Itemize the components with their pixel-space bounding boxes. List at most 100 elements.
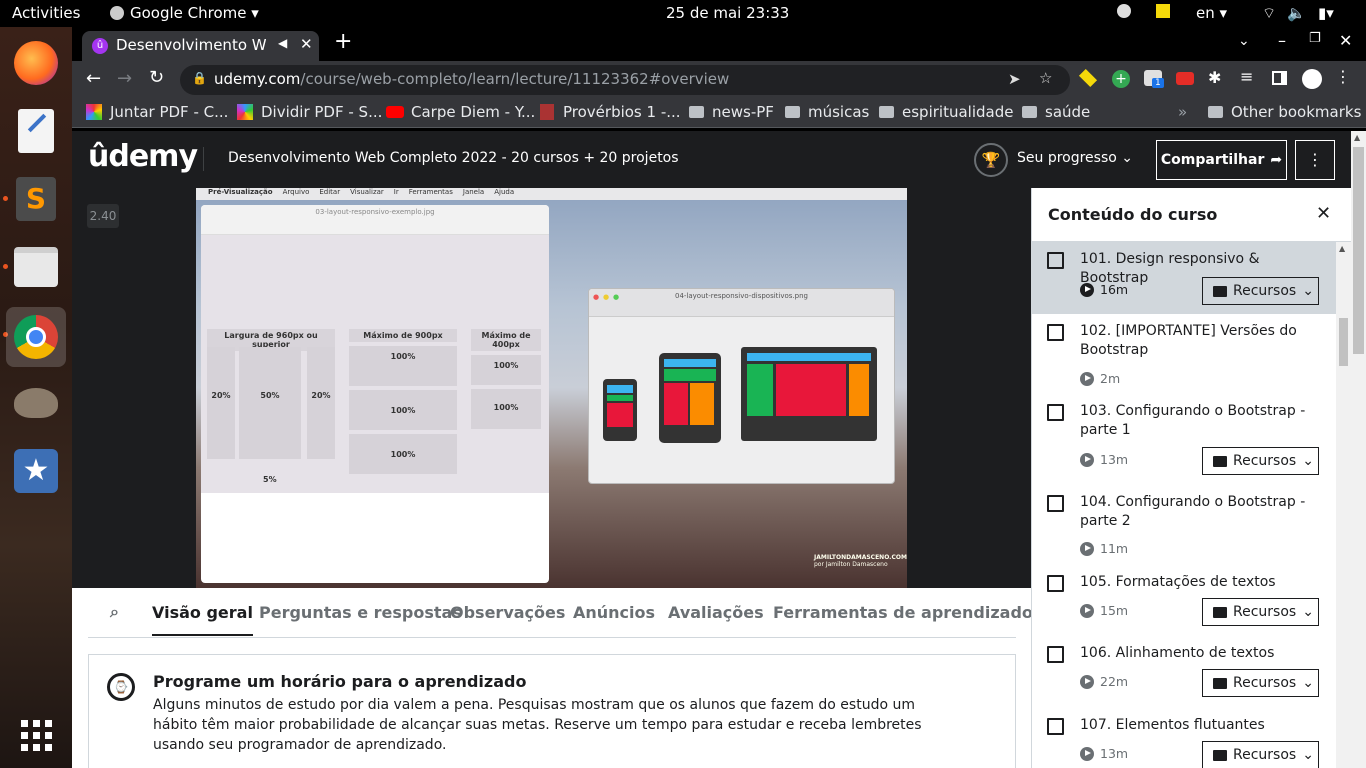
back-icon[interactable]: ← [86,68,101,89]
share-button[interactable]: Compartilhar ➦ [1156,140,1287,180]
tab-ferramentas[interactable]: Ferramentas de aprendizado [773,603,1033,622]
other-bookmarks[interactable]: Other bookmarks [1208,103,1361,121]
app-star-icon[interactable]: ★ [8,443,64,499]
bookmark-juntar-pdf[interactable]: Juntar PDF - C... [86,103,228,121]
gimp-icon[interactable] [8,375,64,431]
search-icon[interactable]: ⌕ [110,602,119,622]
course-title[interactable]: Desenvolvimento Web Completo 2022 - 20 c… [228,150,679,166]
lecture-item[interactable]: 101. Design responsivo & Bootstrap 16m R… [1032,242,1336,314]
tab-anuncios[interactable]: Anúncios [573,603,655,622]
duration-text: 11m [1100,541,1129,556]
close-window-button[interactable]: ✕ [1339,31,1352,50]
duration-text: 2m [1100,371,1121,386]
tab-audio-icon[interactable]: ◀︎ [278,36,287,50]
lecture-checkbox[interactable] [1047,252,1064,269]
profile-avatar[interactable] [1302,69,1322,89]
sublime-text-icon[interactable]: S [8,171,64,227]
lecture-checkbox[interactable] [1047,404,1064,421]
other-bookmarks-label: Other bookmarks [1231,103,1362,121]
battery-icon[interactable]: ▮▾ [1318,4,1334,22]
udemy-logo[interactable]: ûdemy [88,139,198,174]
chrome-icon[interactable] [6,307,66,367]
lecture-item[interactable]: 102. [IMPORTANTE] Versões do Bootstrap 2… [1032,314,1336,394]
send-tab-icon[interactable]: ➤ [1008,70,1021,88]
bookmark-label: Juntar PDF - C... [110,103,229,121]
resources-button[interactable]: Recursos ⌄ [1202,741,1319,768]
resources-button[interactable]: Recursos ⌄ [1202,669,1319,697]
tab-perguntas[interactable]: Perguntas e respostas [259,603,462,622]
bookmark-star-icon[interactable]: ☆ [1039,69,1052,87]
network-icon[interactable] [1117,4,1131,18]
highlighter-ext-icon[interactable] [1078,68,1098,88]
more-options-button[interactable]: ⋮ [1295,140,1335,180]
lecture-item[interactable]: 103. Configurando o Bootstrap - parte 1 … [1032,394,1336,485]
bookmark-folder-saude[interactable]: saúde [1022,103,1090,121]
new-tab-button[interactable]: + [334,29,352,54]
doc-title: 03-layout-responsivo-exemplo.jpg [201,205,549,235]
lecture-checkbox[interactable] [1047,646,1064,663]
tab-search-icon[interactable]: ⌄ [1238,33,1250,49]
course-content-sidebar: Conteúdo do curso ✕ ▲ 101. Design respon… [1031,188,1351,768]
preview-window-2: ● ● ● 04-layout-responsivo-dispositivos.png [588,288,895,484]
side-panel-icon[interactable] [1272,71,1287,85]
bookmark-label: Provérbios 1 -... [563,103,681,121]
tab-avaliacoes[interactable]: Avaliações [668,603,764,622]
lecture-item[interactable]: 107. Elementos flutuantes 13m Recursos ⌄ [1032,708,1336,768]
files-icon[interactable] [8,239,64,295]
tab-observacoes[interactable]: Observações [450,603,565,622]
course-tabs: ⌕ Visão geral Perguntas e respostas Obse… [88,588,1033,638]
language-selector[interactable]: en ▾ [1196,4,1227,22]
firefox-icon[interactable] [8,35,64,91]
youtube-ext-icon[interactable] [1176,72,1194,85]
show-apps-icon[interactable] [8,707,64,763]
tab-udemy[interactable]: û Desenvolvimento Web ◀︎ ✕ [82,31,319,61]
page-scrollbar[interactable]: ▲ [1351,131,1366,768]
lecture-item[interactable]: 106. Alinhamento de textos 22m Recursos ⌄ [1032,636,1336,708]
notes-icon[interactable] [1156,4,1170,18]
lecture-checkbox[interactable] [1047,324,1064,341]
activities-button[interactable]: Activities [12,4,80,22]
tab-visao-geral[interactable]: Visão geral [152,603,253,636]
lecture-title: 105. Formatações de textos [1080,574,1276,590]
extensions-puzzle-icon[interactable]: ✱ [1208,68,1221,87]
resources-button[interactable]: Recursos ⌄ [1202,447,1319,475]
lecture-item[interactable]: 104. Configurando o Bootstrap - parte 2 … [1032,485,1336,565]
duration-text: 22m [1100,674,1129,689]
resources-button[interactable]: Recursos ⌄ [1202,277,1319,305]
lecture-checkbox[interactable] [1047,718,1064,735]
forward-icon[interactable]: → [117,68,132,89]
media-control-icon[interactable]: ≡ [1240,67,1253,86]
bookmark-folder-musicas[interactable]: músicas [785,103,869,121]
bookmark-dividir-pdf[interactable]: Dividir PDF - S... [237,103,382,121]
maximize-button[interactable]: ❐ [1309,31,1321,46]
close-sidebar-icon[interactable]: ✕ [1316,203,1331,224]
address-bar[interactable]: 🔒 udemy.com/course/web-completo/learn/le… [180,65,1070,95]
bookmarks-overflow-icon[interactable]: » [1178,103,1187,121]
bookmark-proverbios[interactable]: Provérbios 1 -... [540,103,681,121]
resources-button[interactable]: Recursos ⌄ [1202,598,1319,626]
share-arrow-icon: ➦ [1270,152,1283,168]
col3-label: Máximo de 400px [471,329,541,351]
bookmark-folder-espiritualidade[interactable]: espiritualidade [879,103,1013,121]
app-menu[interactable]: Google Chrome ▾ [110,4,259,22]
notifier-ext-icon[interactable]: 1 [1144,70,1164,88]
clock[interactable]: 25 de mai 23:33 [666,4,789,22]
reload-icon[interactable]: ↻ [149,67,164,88]
plus-ext-icon[interactable]: + [1112,70,1130,88]
wifi-icon[interactable]: ⌔ [1262,4,1276,23]
chrome-menu-icon[interactable]: ⋮ [1335,67,1351,86]
sidebar-scrollbar[interactable]: ▲ [1336,242,1351,768]
progress-button[interactable]: Seu progresso ⌄ [1017,150,1133,166]
bookmark-carpe-diem[interactable]: Carpe Diem - Y... [386,103,535,121]
minimize-button[interactable]: – [1278,31,1286,50]
text-editor-icon[interactable] [8,103,64,159]
lock-icon: 🔒 [192,71,207,85]
volume-icon[interactable]: 🔈 [1287,4,1306,22]
bookmark-folder-news[interactable]: news-PF [689,103,774,121]
language-label: en [1196,4,1215,22]
lecture-checkbox[interactable] [1047,575,1064,592]
lecture-item[interactable]: 105. Formatações de textos 15m Recursos ⌄ [1032,565,1336,636]
video-player[interactable]: 2.40 Pré-Visualização Arquivo Editar Visual… [72,188,1031,588]
lecture-checkbox[interactable] [1047,495,1064,512]
tab-close-icon[interactable]: ✕ [300,35,313,53]
